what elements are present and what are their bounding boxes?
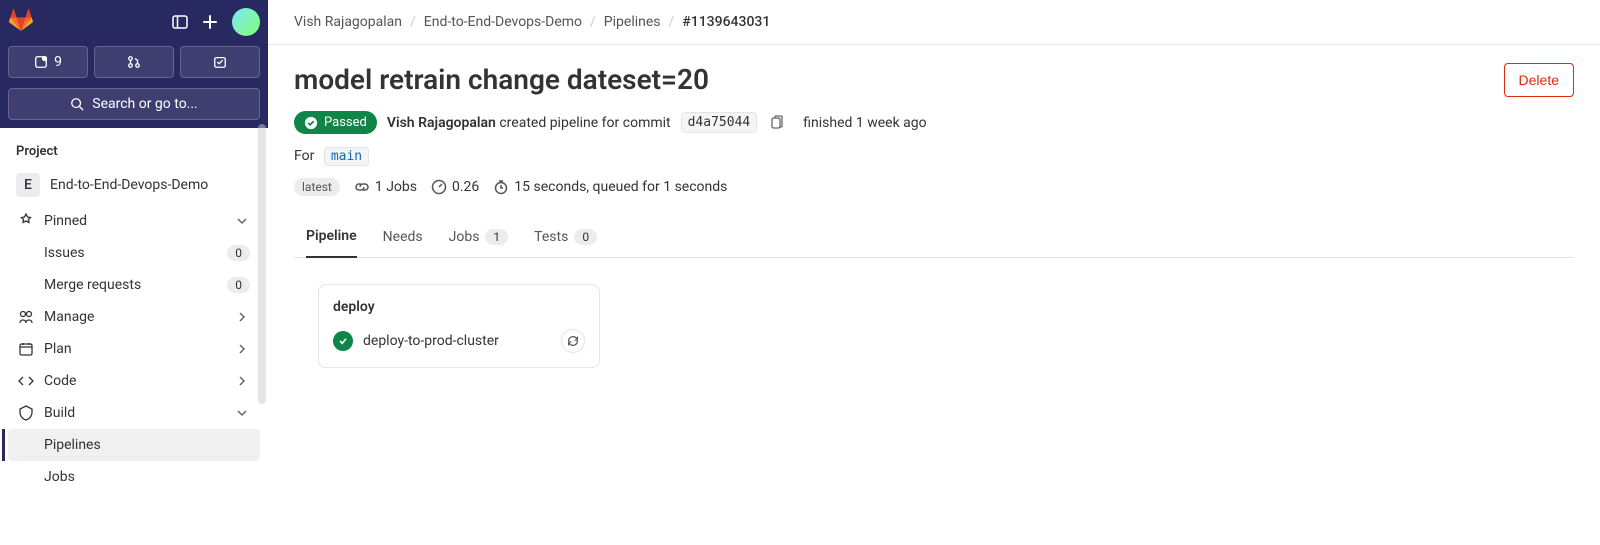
todos-button[interactable] — [180, 46, 260, 78]
sidebar-item-pipelines[interactable]: Pipelines — [8, 429, 260, 461]
gauge-icon — [431, 179, 447, 195]
tab-tests[interactable]: Tests 0 — [534, 216, 597, 257]
breadcrumb-link[interactable]: Vish Rajagopalan — [294, 14, 402, 30]
check-circle-icon — [304, 116, 318, 130]
retry-icon — [566, 334, 580, 348]
sidebar-toggle-icon[interactable] — [172, 14, 188, 30]
copy-icon[interactable] — [767, 113, 787, 133]
page-title: model retrain change dateset=20 — [294, 63, 709, 96]
duration: 15 seconds, queued for 1 seconds — [493, 179, 727, 195]
commit-sha[interactable]: d4a75044 — [681, 112, 758, 133]
merge-requests-button[interactable] — [94, 46, 174, 78]
check-circle-icon — [333, 331, 353, 351]
breadcrumb: Vish Rajagopalan / End-to-End-Devops-Dem… — [268, 0, 1600, 45]
search-input[interactable]: Search or go to... — [8, 88, 260, 120]
sidebar-item-merge-requests[interactable]: Merge requests 0 — [8, 269, 260, 301]
jobs-count: 1 Jobs — [354, 179, 417, 195]
link-icon — [354, 179, 370, 195]
tab-jobs[interactable]: Jobs 1 — [449, 216, 509, 257]
scrollbar[interactable] — [258, 124, 266, 404]
nav-label: Pinned — [44, 213, 224, 229]
score: 0.26 — [431, 179, 479, 195]
count-badge: 0 — [227, 277, 250, 293]
author-name: Vish Rajagopalan — [387, 115, 496, 131]
sidebar-item-manage[interactable]: Manage — [8, 301, 260, 333]
project-link[interactable]: E End-to-End-Devops-Demo — [8, 165, 260, 205]
tab-needs[interactable]: Needs — [383, 216, 423, 257]
sidebar-item-code[interactable]: Code — [8, 365, 260, 397]
avatar[interactable] — [232, 8, 260, 36]
chevron-right-icon — [234, 373, 250, 389]
sidebar-item-jobs[interactable]: Jobs — [8, 461, 260, 493]
project-avatar: E — [16, 173, 40, 197]
delete-button[interactable]: Delete — [1504, 63, 1574, 97]
sidebar-item-build[interactable]: Build — [8, 397, 260, 429]
breadcrumb-link[interactable]: Pipelines — [604, 14, 661, 30]
search-placeholder: Search or go to... — [92, 96, 198, 112]
breadcrumb-link[interactable]: End-to-End-Devops-Demo — [424, 14, 582, 30]
sidebar-item-issues[interactable]: Issues 0 — [8, 237, 260, 269]
project-name: End-to-End-Devops-Demo — [50, 177, 252, 193]
stage-card: deploy deploy-to-prod-cluster — [318, 284, 600, 368]
chevron-down-icon — [234, 405, 250, 421]
finished-text: finished 1 week ago — [803, 115, 926, 131]
job-row[interactable]: deploy-to-prod-cluster — [333, 329, 585, 353]
chevron-right-icon — [234, 309, 250, 325]
tabs: Pipeline Needs Jobs 1 Tests 0 — [294, 216, 1574, 258]
project-section-label: Project — [8, 138, 260, 165]
sidebar-item-plan[interactable]: Plan — [8, 333, 260, 365]
status-badge: Passed — [294, 111, 377, 134]
issues-button[interactable]: 9 — [8, 46, 88, 78]
count-badge: 0 — [227, 245, 250, 261]
job-name: deploy-to-prod-cluster — [363, 333, 551, 349]
sidebar-item-pinned[interactable]: Pinned — [8, 205, 260, 237]
tab-pipeline[interactable]: Pipeline — [306, 216, 357, 258]
plus-icon[interactable] — [202, 14, 218, 30]
stage-name: deploy — [333, 299, 585, 315]
branch-label[interactable]: main — [324, 147, 369, 166]
timer-icon — [493, 179, 509, 195]
issues-count: 9 — [54, 54, 62, 70]
gitlab-logo[interactable] — [8, 8, 34, 36]
latest-badge: latest — [294, 178, 340, 196]
chevron-right-icon — [234, 341, 250, 357]
breadcrumb-current: #1139643031 — [682, 14, 770, 30]
chevron-down-icon — [234, 213, 250, 229]
retry-button[interactable] — [561, 329, 585, 353]
